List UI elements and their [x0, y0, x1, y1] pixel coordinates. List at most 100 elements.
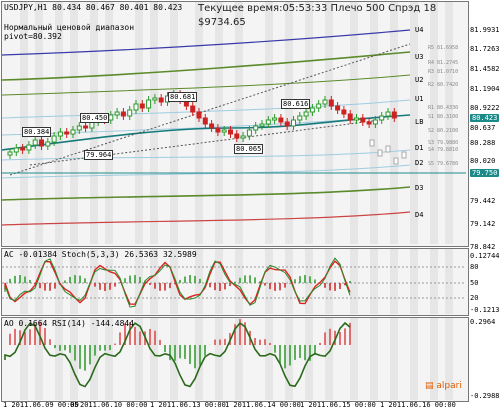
candle-body	[303, 111, 309, 117]
time-axis-label: 2011.06.10 00:00	[80, 401, 148, 409]
candle-body	[259, 123, 265, 127]
candle-body	[139, 103, 145, 109]
projection-candle	[385, 145, 391, 153]
band-d3	[1, 186, 411, 201]
session-stripe	[105, 2, 113, 244]
level-label-d2: D2	[415, 159, 424, 167]
candle-body	[278, 117, 284, 123]
session-stripe	[370, 249, 378, 314]
price-axis-label: 80.020	[470, 157, 496, 165]
session-stripe	[285, 318, 293, 400]
candle-body	[360, 117, 366, 123]
candle-body	[64, 131, 70, 135]
candle-body	[246, 129, 252, 137]
candle-body	[328, 99, 334, 107]
time-axis-label: 1 2011.06.15 00:00	[300, 401, 376, 409]
candle-body	[20, 147, 26, 151]
price-axis-label: 78.842	[470, 243, 496, 251]
level-value: R2 80.7420	[428, 82, 459, 88]
price-axis-label: 80.9222	[470, 104, 500, 112]
candle-body	[240, 135, 246, 139]
level-value: R1 80.4330	[428, 105, 459, 111]
candle-body	[133, 103, 139, 111]
candle-body	[45, 141, 51, 147]
level-value: S1 80.3100	[428, 114, 459, 120]
session-stripe	[150, 318, 158, 400]
band-d1	[1, 149, 411, 161]
candle-body	[76, 125, 82, 131]
candle-body	[152, 97, 158, 101]
session-stripe	[445, 249, 453, 314]
ac-axis-label: 50	[470, 279, 479, 287]
ac-axis-label: 20	[470, 294, 479, 302]
band-u4	[1, 29, 411, 56]
level-value: R3 81.0710	[428, 69, 459, 75]
candle-body	[297, 115, 303, 121]
session-stripe	[235, 2, 243, 244]
candle-body	[127, 109, 133, 117]
session-stripe	[90, 318, 98, 400]
ac-axis-label: 80	[470, 263, 479, 271]
candle-body	[209, 123, 215, 129]
session-stripe	[235, 318, 243, 400]
chart-graphics	[1, 2, 466, 400]
session-stripe	[150, 2, 158, 244]
price-tag: 80.065	[234, 144, 264, 154]
band-d4	[1, 211, 411, 226]
alpari-logo: ▤ alpari	[425, 381, 462, 391]
candle-body	[114, 111, 120, 116]
time-axis-label: 05	[70, 401, 79, 409]
candle-body	[83, 125, 89, 129]
price-axis-label: 81.4582	[470, 65, 500, 73]
price-tag: 80.384	[22, 127, 52, 137]
candle-body	[253, 125, 259, 131]
time-axis-label: 1 2011.06.16 00:00	[380, 401, 456, 409]
ao-axis-label: 0.2964	[470, 318, 496, 326]
level-value: S4 79.8810	[428, 147, 459, 153]
projection-candle	[401, 151, 407, 159]
projection-candle	[369, 139, 375, 147]
price-axis-label: 80.288	[470, 139, 496, 147]
level-label-u4: U4	[415, 26, 424, 34]
session-stripe	[390, 2, 398, 244]
session-stripe	[390, 318, 398, 400]
level-label-d3: D3	[415, 184, 424, 192]
band-u3	[1, 51, 411, 81]
server-time: Текущее время:05:53:33 Плечо 500 Спрэд 1…	[198, 3, 437, 14]
candle-body	[347, 113, 353, 121]
price-axis-label: 80.637	[470, 124, 496, 132]
price-axis-label: 79.442	[470, 197, 496, 205]
price-axis-label: 81.9931	[470, 26, 500, 34]
candle-body	[221, 129, 227, 133]
session-stripe	[105, 318, 113, 400]
time-axis-label: 1 2011.06.09 00:00	[3, 401, 79, 409]
level-label-u2: U2	[415, 76, 424, 84]
candle-body	[70, 129, 76, 135]
session-stripe	[215, 2, 223, 244]
candle-body	[272, 117, 278, 121]
projection-candle	[393, 157, 399, 165]
candle-body	[385, 111, 391, 117]
candle-body	[372, 119, 378, 125]
candle-body	[57, 131, 63, 137]
price-tag: 80.616	[281, 99, 311, 109]
alpari-brand-text: alpari	[436, 381, 462, 391]
candle-body	[316, 103, 322, 109]
session-stripe	[325, 249, 333, 314]
price-tag: 80.450	[80, 113, 110, 123]
session-stripe	[265, 249, 273, 314]
level-value: R4 81.2745	[428, 60, 459, 66]
candle-body	[291, 119, 296, 127]
session-stripe	[410, 249, 418, 314]
level-value: S2 80.2100	[428, 128, 459, 134]
session-stripe	[70, 2, 78, 244]
ac-axis-label: -0.12134	[470, 306, 500, 314]
session-stripe	[215, 318, 223, 400]
session-stripe	[350, 249, 358, 314]
level-label-u1: U1	[415, 95, 424, 103]
candle-body	[39, 139, 44, 147]
session-stripe	[235, 249, 243, 314]
candle-body	[354, 117, 359, 121]
session-stripe	[20, 318, 28, 400]
level-value: S5 79.6780	[428, 161, 459, 167]
